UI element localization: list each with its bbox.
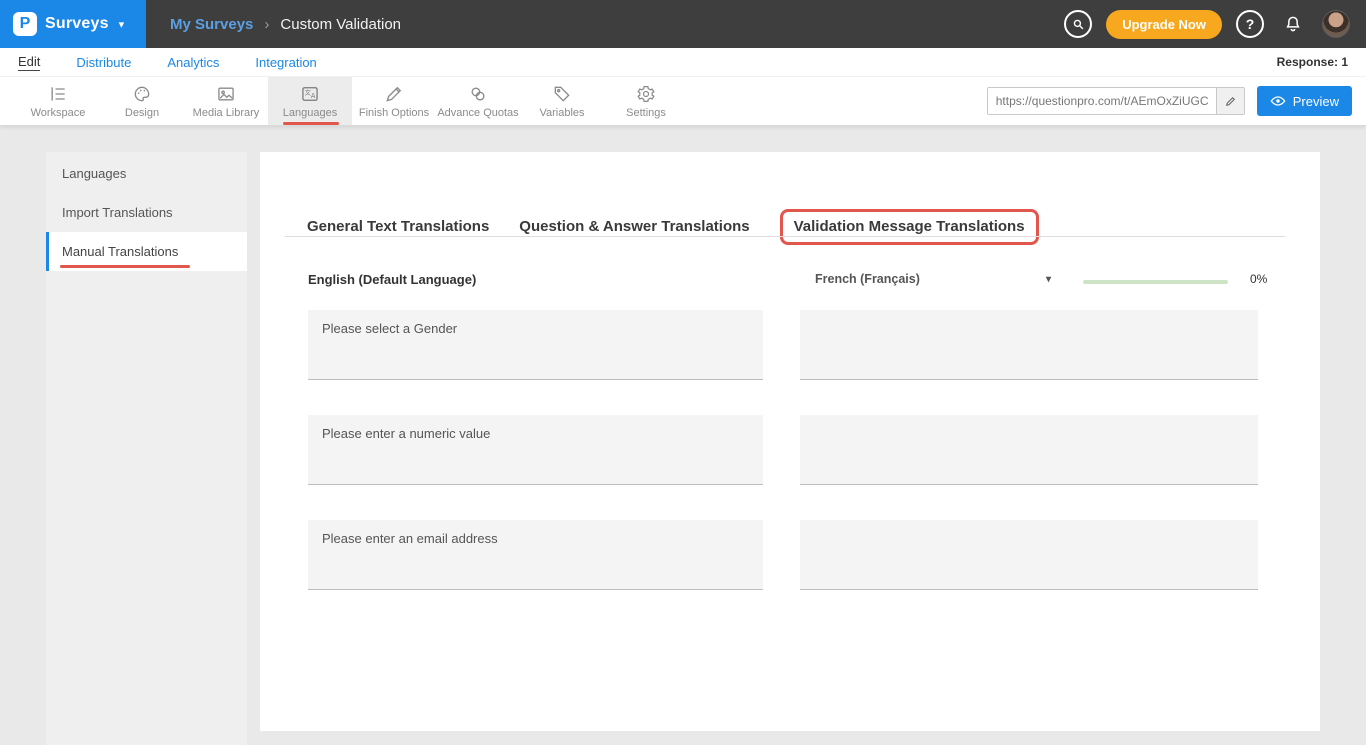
tab-integration[interactable]: Integration: [255, 55, 316, 70]
tab-analytics[interactable]: Analytics: [167, 55, 219, 70]
languages-sidebar: Languages Import Translations Manual Tra…: [46, 152, 247, 745]
tab-validation-message-translations[interactable]: Validation Message Translations: [780, 209, 1039, 245]
eye-icon: [1270, 93, 1286, 109]
top-bar: P Surveys ▾ My Surveys › Custom Validati…: [0, 0, 1366, 48]
annotation-underline-manual-translations: [60, 265, 190, 268]
source-text-box: Please enter a numeric value: [308, 415, 763, 485]
annotation-underline-languages: [283, 122, 339, 125]
search-icon: [1072, 18, 1085, 31]
advance-quotas-icon: [468, 84, 488, 104]
preview-label: Preview: [1293, 94, 1339, 109]
source-language-label: English (Default Language): [308, 272, 476, 287]
target-text-input[interactable]: [800, 415, 1258, 485]
toolbar-item-languages[interactable]: 文A Languages: [268, 77, 352, 125]
target-language-value: French (Français): [815, 272, 920, 286]
tab-general-text-translations[interactable]: General Text Translations: [307, 218, 489, 236]
source-text-box: Please enter an email address: [308, 520, 763, 590]
notifications-button[interactable]: [1278, 9, 1308, 39]
survey-url-input[interactable]: [988, 88, 1216, 114]
tabs-divider: [285, 236, 1285, 237]
survey-section-nav: Edit Distribute Analytics Integration Re…: [0, 48, 1366, 77]
edit-url-button[interactable]: [1216, 87, 1244, 115]
translation-tabs: General Text Translations Question & Ans…: [307, 209, 1039, 245]
search-button[interactable]: [1064, 10, 1092, 38]
product-switcher[interactable]: P Surveys ▾: [0, 0, 146, 48]
survey-url-field: [987, 87, 1245, 115]
toolbar-item-settings[interactable]: Settings: [604, 77, 688, 125]
translation-progress-percent: 0%: [1250, 272, 1267, 286]
chevron-down-icon: ▾: [1046, 274, 1051, 285]
sidebar-item-languages[interactable]: Languages: [46, 154, 247, 193]
target-text-input[interactable]: [800, 310, 1258, 380]
breadcrumb-my-surveys[interactable]: My Surveys: [170, 16, 253, 33]
variables-icon: [552, 84, 572, 104]
chevron-down-icon: ▾: [119, 18, 125, 31]
finish-options-icon: [384, 84, 404, 104]
toolbar-item-design[interactable]: Design: [100, 77, 184, 125]
upgrade-now-button[interactable]: Upgrade Now: [1106, 10, 1222, 39]
toolbar-label: Variables: [539, 107, 584, 119]
toolbar-item-variables[interactable]: Variables: [520, 77, 604, 125]
settings-icon: [636, 84, 656, 104]
breadcrumb: My Surveys › Custom Validation: [170, 16, 401, 33]
help-icon: ?: [1246, 16, 1255, 32]
toolbar-right: Preview: [987, 77, 1366, 125]
toolbar-label: Settings: [626, 107, 666, 119]
breadcrumb-current: Custom Validation: [280, 16, 401, 33]
target-language-dropdown[interactable]: French (Français) ▾: [815, 272, 1051, 286]
sidebar-item-import-translations[interactable]: Import Translations: [46, 193, 247, 232]
response-count[interactable]: Response: 1: [1277, 55, 1348, 69]
toolbar-label: Languages: [283, 107, 337, 119]
source-text-box: Please select a Gender: [308, 310, 763, 380]
questionpro-logo-icon: P: [13, 12, 37, 36]
help-button[interactable]: ?: [1236, 10, 1264, 38]
manual-translations-panel: General Text Translations Question & Ans…: [260, 152, 1320, 731]
breadcrumb-separator-icon: ›: [264, 16, 269, 33]
product-name: Surveys: [45, 15, 109, 33]
tab-question-answer-translations[interactable]: Question & Answer Translations: [519, 218, 749, 236]
pencil-icon: [1224, 95, 1237, 108]
app-window: P Surveys ▾ My Surveys › Custom Validati…: [0, 0, 1366, 745]
user-avatar[interactable]: [1322, 10, 1350, 38]
toolbar-label: Finish Options: [359, 107, 429, 119]
media-library-icon: [216, 84, 236, 104]
workspace-icon: [48, 84, 68, 104]
toolbar-item-media-library[interactable]: Media Library: [184, 77, 268, 125]
toolbar-label: Media Library: [193, 107, 260, 119]
preview-button[interactable]: Preview: [1257, 86, 1352, 116]
toolbar-item-workspace[interactable]: Workspace: [16, 77, 100, 125]
bell-icon: [1283, 14, 1303, 34]
design-icon: [132, 84, 152, 104]
toolbar-label: Advance Quotas: [437, 107, 518, 119]
svg-text:A: A: [311, 92, 316, 100]
languages-icon: 文A: [300, 84, 320, 104]
toolbar-item-finish-options[interactable]: Finish Options: [352, 77, 436, 125]
tab-distribute[interactable]: Distribute: [76, 55, 131, 70]
edit-toolbar: Workspace Design Media Library 文A Langua…: [0, 77, 1366, 126]
tab-edit[interactable]: Edit: [18, 54, 40, 71]
toolbar-label: Design: [125, 107, 159, 119]
translation-progress-bar: [1083, 280, 1228, 284]
toolbar-item-advance-quotas[interactable]: Advance Quotas: [436, 77, 520, 125]
topbar-actions: Upgrade Now ?: [1064, 9, 1366, 39]
toolbar-label: Workspace: [31, 107, 86, 119]
target-text-input[interactable]: [800, 520, 1258, 590]
